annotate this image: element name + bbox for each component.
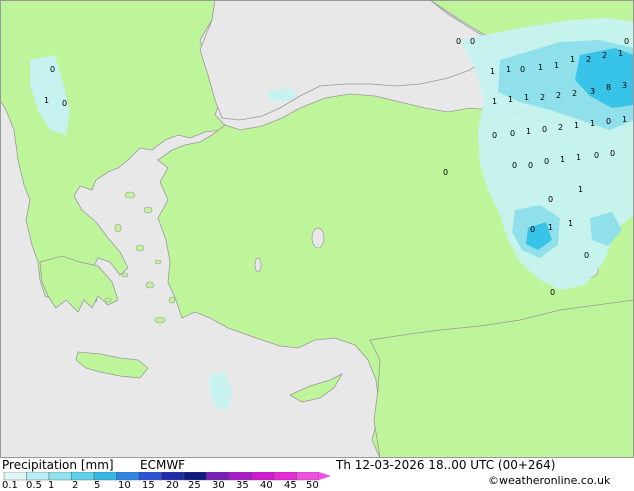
legend-tick-label: 2	[72, 480, 79, 491]
legend-tick-label: 0.5	[26, 480, 42, 491]
precip-value-label: 1	[524, 93, 529, 102]
model-name: ECMWF	[140, 458, 186, 472]
legend-tick-label: 0.1	[2, 480, 18, 491]
legend-swatch	[116, 472, 140, 481]
legend-swatch	[161, 472, 185, 481]
legend-swatch	[71, 472, 95, 481]
precip-value-label: 0	[550, 288, 555, 297]
precip-value-label: 1	[508, 95, 513, 104]
precip-value-label: 1	[44, 96, 49, 105]
precip-value-label: 1	[526, 127, 531, 136]
precip-value-label: 1	[590, 119, 595, 128]
legend-swatch	[296, 472, 320, 481]
legend-swatch	[93, 472, 117, 481]
precip-value-label: 2	[556, 91, 561, 100]
legend-tick-label: 25	[188, 480, 201, 491]
precip-value-label: 0	[548, 195, 553, 204]
precip-value-label: 2	[586, 55, 591, 64]
precip-value-label: 1	[490, 67, 495, 76]
precip-value-label: 1	[492, 97, 497, 106]
precip-value-label: 1	[538, 63, 543, 72]
legend-swatch	[48, 472, 72, 481]
precip-value-label: 0	[470, 37, 475, 46]
legend-swatch	[26, 472, 50, 481]
precip-value-label: 3	[622, 81, 627, 90]
precip-value-label: 1	[576, 153, 581, 162]
valid-time: Th 12-03-2026 18..00 UTC (00+264)	[336, 458, 556, 472]
precip-value-label: 0	[542, 125, 547, 134]
precip-value-label: 0	[492, 131, 497, 140]
precip-value-label: 0	[510, 129, 515, 138]
legend-tick-label: 50	[306, 480, 319, 491]
precip-value-label: 2	[572, 89, 577, 98]
precip-value-label: 1	[574, 121, 579, 130]
legend-swatch	[273, 472, 297, 481]
precip-value-label: 0	[520, 65, 525, 74]
lake	[254, 257, 262, 273]
precip-value-label: 0	[62, 99, 67, 108]
legend-swatch	[251, 472, 275, 481]
credit-link[interactable]: ©weatheronline.co.uk	[488, 474, 610, 487]
legend-swatch	[3, 472, 27, 481]
legend-tick-label: 35	[236, 480, 249, 491]
precip-value-label: 1	[570, 55, 575, 64]
legend-swatch	[228, 472, 252, 481]
legend-tick-label: 20	[166, 480, 179, 491]
precip-value-label: 2	[540, 93, 545, 102]
precip-value-label: 3	[590, 87, 595, 96]
precip-value-label: 0	[594, 151, 599, 160]
precip-value-label: 1	[560, 155, 565, 164]
legend-tick-label: 45	[284, 480, 297, 491]
precip-value-label: 0	[443, 168, 448, 177]
precip-value-label: 1	[548, 223, 553, 232]
legend-swatch	[206, 472, 230, 481]
precip-value-label: 1	[618, 49, 623, 58]
precip-value-label: 2	[602, 51, 607, 60]
precipitation-map: 00 01 0001 1 0 1 11 2 2 11 1 1 2 2 2 3 8 30 0 1 0 2 1 1 0 10 0 0 1 1 0…	[0, 0, 634, 458]
legend-arrow	[319, 472, 330, 480]
legend-tick-label: 5	[94, 480, 101, 491]
precip-value-label: 1	[554, 61, 559, 70]
legend-swatch	[183, 472, 207, 481]
legend-tick-label: 40	[260, 480, 273, 491]
legend-tick-label: 10	[118, 480, 131, 491]
precip-value-label: 0	[606, 117, 611, 126]
parameter-title: Precipitation [mm]	[2, 458, 114, 472]
legend-tick-label: 1	[48, 480, 55, 491]
precip-value-label: 0	[584, 251, 589, 260]
legend-swatch	[138, 472, 162, 481]
precip-value-label: 0	[512, 161, 517, 170]
precip-value-label: 1	[568, 219, 573, 228]
precip-value-label: 2	[558, 123, 563, 132]
precip-value-label: 0	[50, 65, 55, 74]
precip-value-label: 0	[456, 37, 461, 46]
precip-value-label: 8	[606, 83, 611, 92]
precip-value-label: 1	[622, 115, 627, 124]
legend-tick-label: 15	[142, 480, 155, 491]
precip-value-label: 0	[610, 149, 615, 158]
precip-value-label: 0	[530, 225, 535, 234]
precip-value-label: 1	[578, 185, 583, 194]
precip-value-label: 0	[528, 161, 533, 170]
precip-value-label: 1	[506, 65, 511, 74]
legend-tick-label: 30	[212, 480, 225, 491]
precip-value-label: 0	[624, 37, 629, 46]
precip-value-label: 0	[544, 157, 549, 166]
lake	[311, 227, 325, 249]
